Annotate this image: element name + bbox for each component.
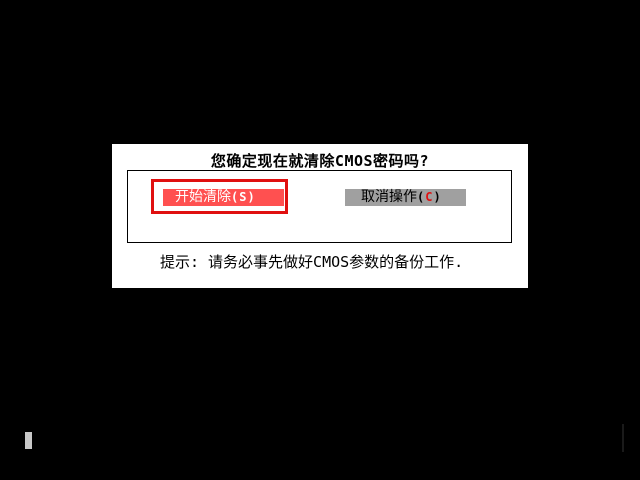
- dialog-question: 您确定现在就清除CMOS密码吗?: [210, 152, 430, 170]
- clear-cmos-dialog: 您确定现在就清除CMOS密码吗? 开始清除(S) 取消操作(C) 提示: 请务必…: [112, 144, 528, 288]
- cancel-label: 取消操作: [361, 189, 417, 205]
- hint-text: 提示: 请务必事先做好CMOS参数的备份工作.: [160, 253, 464, 271]
- text-cursor: [25, 432, 32, 449]
- cancel-hotkey: (C): [417, 190, 442, 204]
- start-clear-label: 开始清除: [175, 189, 231, 205]
- corner-marker: [622, 424, 624, 452]
- start-clear-hotkey: (S): [231, 190, 256, 204]
- start-clear-button[interactable]: 开始清除(S): [163, 189, 284, 206]
- cancel-button[interactable]: 取消操作(C): [345, 189, 466, 206]
